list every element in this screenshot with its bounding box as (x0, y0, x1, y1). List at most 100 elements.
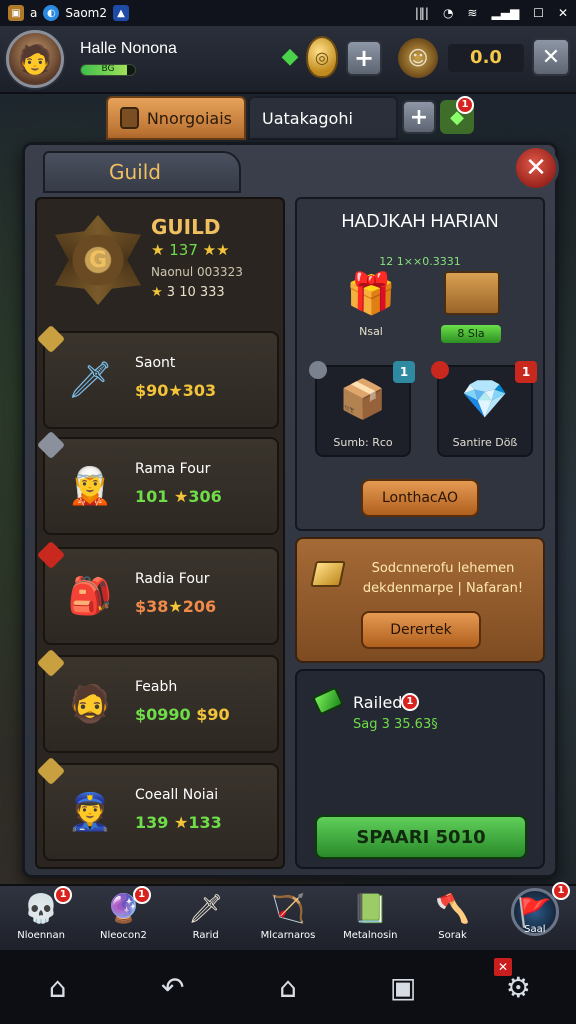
back-icon[interactable]: ↶ (143, 957, 203, 1017)
tab-add-button[interactable]: + (402, 100, 436, 134)
sim-icon: |‖| (414, 6, 429, 20)
guild-modal: Guild ✕ G GUILD ★ 137 ★★ Naonul 003323 ★… (22, 142, 559, 878)
guild-rank: ★ 137 ★★ (151, 241, 230, 259)
star-icon: ★ (173, 487, 189, 506)
star-icon: ★ (151, 285, 163, 300)
nav-label: Sorak (438, 930, 467, 941)
wifi-icon: ≋ (467, 6, 478, 20)
daily-title: HADJKAH HARIAN (341, 211, 499, 231)
chest-icon: ▣ (8, 5, 24, 21)
top-bar: 🧑 Halle Nonona BG ◆ ◎ + ☺ 0.0 ✕ (0, 26, 576, 94)
daily-subtitle: 12 1××0.3331 (379, 255, 461, 268)
player-avatar[interactable]: 🧑 (6, 30, 64, 88)
tab-notification-badge: 1 (456, 96, 474, 114)
gem-icon (311, 686, 345, 716)
nav-item-nloennan[interactable]: 💀 Nloennan 1 (0, 886, 82, 950)
hero-mini-icon[interactable]: ☺ (398, 38, 438, 78)
backpack-icon: 🎒 (67, 576, 113, 617)
member-card[interactable]: 👮 Coeall Noiai 139 ★133 (36, 756, 279, 861)
member-name: Coeall Noiai (135, 787, 219, 803)
status-bar: ▣ a ◐ Saom2 ▲ |‖| ◔ ≋ ▂▄▆ ☐ ✕ (0, 0, 576, 26)
recent-icon[interactable]: ▣ (373, 957, 433, 1017)
member-card[interactable]: 🎒 Radia Four $38★206 (36, 540, 279, 645)
reward-slot[interactable]: 1 📦 Sumb: Rco (309, 361, 415, 457)
close-button[interactable]: ✕ (532, 38, 570, 76)
nav-item-saal[interactable]: 🚩 Saal 1 (494, 882, 576, 950)
add-currency-button[interactable]: + (346, 40, 382, 76)
member-card[interactable]: 🧝 Rama Four 101 ★306 (36, 430, 279, 535)
star-icon: ★★ (202, 241, 230, 259)
gold-badge-icon: ◎ (306, 36, 338, 78)
daily-reward-panel: HADJKAH HARIAN 12 1××0.3331 🎁 Nsal 8 Sla… (295, 197, 545, 531)
star-icon: ★ (173, 813, 189, 832)
star-icon: ★ (151, 241, 165, 259)
axe-icon: 🪓 (435, 891, 470, 925)
tab-uatakagohi[interactable]: Uatakagohi (248, 96, 398, 140)
alarm-icon: ◔ (442, 6, 454, 20)
app-icon: ▲ (113, 5, 129, 21)
hero-icon: 🧝 (67, 466, 113, 507)
sword-icon: 🗡 (187, 891, 224, 925)
promo-button[interactable]: Derertek (361, 611, 481, 649)
nav-label: Mlcarnaros (260, 930, 316, 941)
nav-label: Rarid (192, 930, 219, 941)
app-label: Saom2 (65, 6, 107, 20)
nav-label: Nleocon2 (99, 930, 147, 941)
member-value-a: $90 (135, 381, 169, 400)
member-name: Saont (135, 355, 176, 371)
nav-item-rarid[interactable]: 🗡 Rarid (165, 886, 247, 950)
member-value: $90★303 (135, 381, 216, 400)
raid-start-button[interactable]: SPAARI 5010 (315, 815, 527, 859)
home-outline-icon[interactable]: ⌂ (258, 957, 318, 1017)
tab-nnorgoiais[interactable]: Nnorgoiais (106, 96, 246, 140)
book-icon: 📗 (352, 891, 388, 925)
nav-badge: 1 (54, 886, 73, 904)
close-icon[interactable]: ✕ (558, 6, 568, 20)
chest-icon: 📦 (339, 377, 387, 421)
system-nav: ⌂ ↶ ⌂ ▣ ⚙ (0, 950, 576, 1024)
nav-badge: 1 (132, 886, 151, 904)
nav-item-mlcarnaros[interactable]: 🏹 Mlcarnaros (247, 886, 329, 950)
gem-icon: ◆ (281, 43, 299, 69)
member-card[interactable]: 🗡 Saont $90★303 (36, 324, 279, 429)
raid-panel: Railed 1 Sag 3 35.63§ SPAARI 5010 (295, 669, 545, 869)
window-icon[interactable]: ☐ (533, 6, 544, 20)
slot-label: Santire Döß (452, 436, 518, 449)
member-value-b: $90 (196, 705, 230, 724)
tab-label: Uatakagohi (262, 108, 353, 128)
status-letter: a (30, 6, 38, 20)
member-value: $0990 $90 (135, 705, 230, 724)
captain-portrait-icon: 👮 (67, 792, 113, 833)
daily-claim-button[interactable]: LonthacAO (361, 479, 479, 517)
nav-label: Metalnosin (343, 930, 398, 941)
guild-title: GUILD (151, 215, 221, 239)
member-name: Feabh (135, 679, 178, 695)
member-card[interactable]: 🧔 Feabh $0990 $90 (36, 648, 279, 753)
tab-label: Nnorgoiais (146, 108, 232, 128)
nav-badge: 1 (551, 882, 570, 900)
member-name: Radia Four (135, 571, 210, 587)
xp-text: BG (101, 64, 115, 74)
guild-members-panel: G GUILD ★ 137 ★★ Naonul 003323 ★ 3 10 33… (35, 197, 285, 869)
chest-box (444, 271, 500, 315)
nav-label: Saal (524, 924, 546, 935)
nav-item-metalnosin[interactable]: 📗 Metalnosin (329, 886, 411, 950)
nav-item-nleocon2[interactable]: 🔮 Nleocon2 1 (82, 886, 164, 950)
member-value-a: 101 (135, 487, 169, 506)
reward-slot[interactable]: 1 💎 Santire Döß (431, 361, 537, 457)
warrior-portrait-icon: 🧔 (67, 684, 113, 725)
modal-title: Guild (43, 151, 241, 193)
reward-b-label: 8 Sla (441, 325, 501, 343)
guild-stat-value: 3 10 333 (166, 285, 225, 300)
star-icon: ★ (168, 597, 183, 616)
home-icon[interactable]: ⌂ (28, 957, 88, 1017)
member-name: Rama Four (135, 461, 211, 477)
nav-item-sorak[interactable]: 🪓 Sorak (411, 886, 493, 950)
top-value: 0.0 (448, 44, 524, 72)
signal-icon: ▂▄▆ (491, 6, 520, 20)
close-icon[interactable]: ✕ (494, 958, 512, 976)
raid-subtitle: Sag 3 35.63§ (353, 717, 438, 732)
member-value: 139 ★133 (135, 813, 222, 832)
close-icon[interactable]: ✕ (513, 145, 559, 191)
guild-emblem-icon: G (55, 215, 141, 305)
